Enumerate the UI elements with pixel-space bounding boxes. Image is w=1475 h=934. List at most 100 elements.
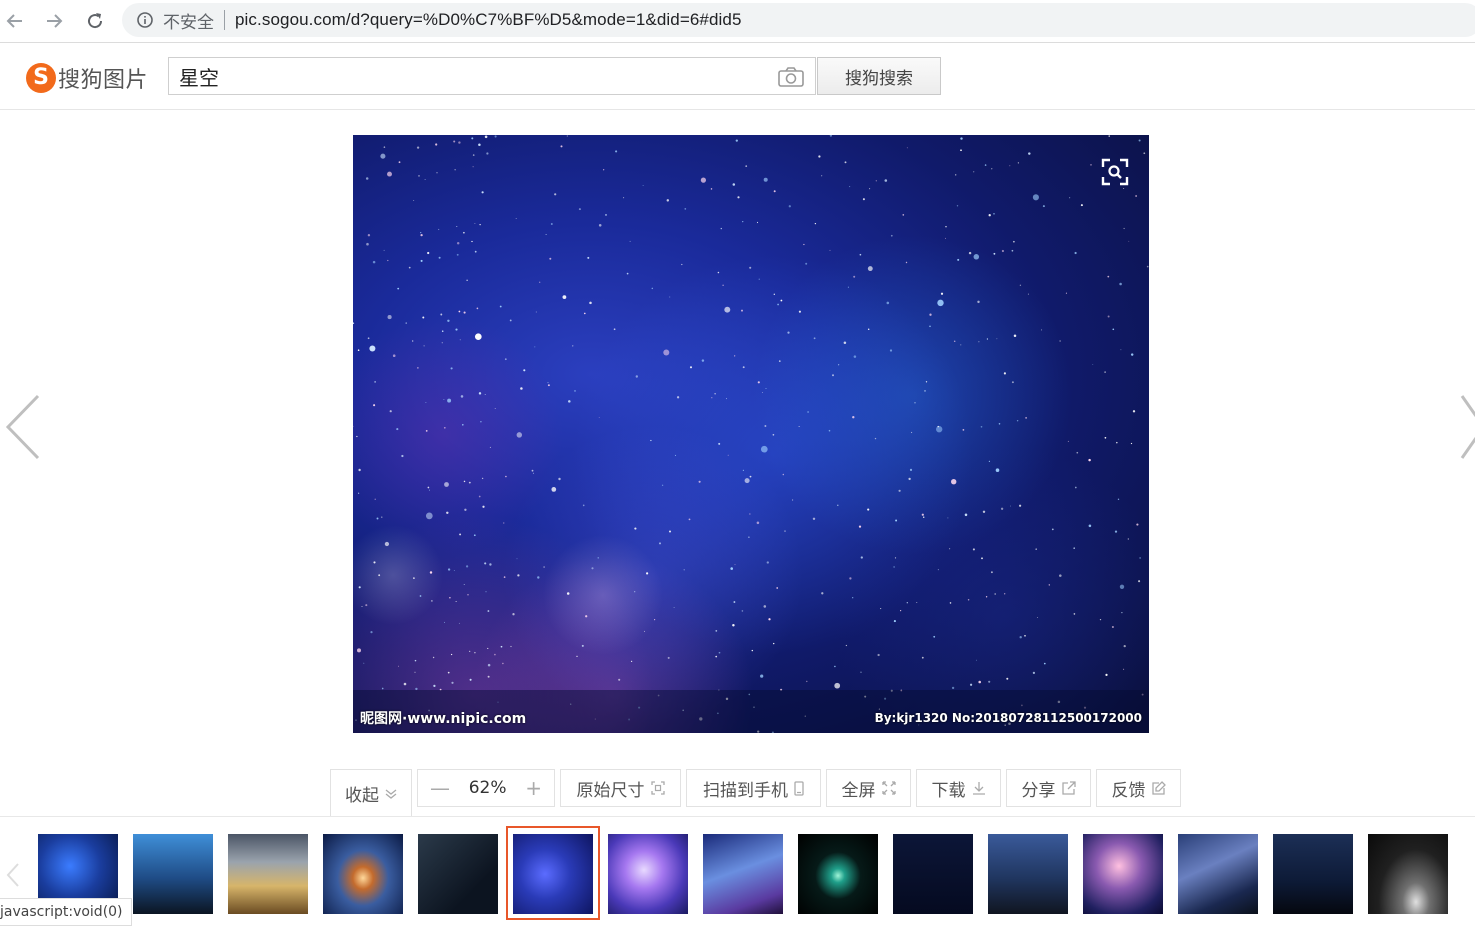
star xyxy=(1074,251,1077,255)
star xyxy=(700,177,706,183)
star xyxy=(597,557,599,559)
star xyxy=(1123,227,1125,230)
star xyxy=(717,271,720,274)
sogou-logo[interactable]: S 搜狗图片 xyxy=(26,61,148,95)
thumbnail[interactable] xyxy=(1178,834,1258,914)
star xyxy=(734,564,736,566)
fullscreen-button[interactable]: 全屏 xyxy=(826,769,911,807)
star xyxy=(1116,441,1118,444)
star xyxy=(1114,530,1118,533)
star xyxy=(462,424,464,426)
star xyxy=(459,339,461,341)
watermark-left: 昵图网·www.nipic.com xyxy=(360,711,527,727)
zoom-out-button[interactable]: — xyxy=(430,776,450,800)
next-image-arrow-icon[interactable] xyxy=(1458,392,1475,462)
star xyxy=(425,402,427,403)
thumbnail[interactable] xyxy=(1368,834,1448,914)
star xyxy=(906,602,908,604)
star xyxy=(1032,671,1036,675)
star xyxy=(505,475,507,478)
star xyxy=(401,454,404,458)
star xyxy=(357,648,361,653)
info-icon[interactable] xyxy=(136,11,154,29)
previous-image-arrow-icon[interactable] xyxy=(2,392,44,462)
star xyxy=(397,287,400,290)
star xyxy=(993,252,996,255)
camera-icon[interactable] xyxy=(777,66,805,88)
star xyxy=(762,392,764,393)
image-search-icon[interactable] xyxy=(1100,157,1130,187)
feedback-button[interactable]: 反馈 xyxy=(1096,769,1181,807)
star xyxy=(568,400,571,403)
thumbnail[interactable] xyxy=(798,834,878,914)
star xyxy=(365,604,368,607)
forward-button[interactable] xyxy=(39,6,69,36)
star xyxy=(547,384,550,387)
original-size-button[interactable]: 原始尺寸 xyxy=(560,769,681,807)
star xyxy=(669,296,671,298)
star xyxy=(798,310,801,313)
star xyxy=(973,171,975,173)
star xyxy=(776,587,779,589)
star xyxy=(1041,329,1043,331)
star xyxy=(494,653,496,656)
star xyxy=(471,137,474,140)
zoom-in-button[interactable]: + xyxy=(525,776,542,800)
star xyxy=(1130,442,1133,445)
original-size-label: 原始尺寸 xyxy=(576,780,645,801)
search-input[interactable] xyxy=(169,58,769,94)
star xyxy=(408,266,411,269)
star xyxy=(849,186,851,188)
star xyxy=(383,249,385,251)
main-image[interactable] xyxy=(353,135,1149,733)
collapse-button[interactable]: 收起 xyxy=(330,769,412,817)
url-text[interactable]: pic.sogou.com/d?query=%D0%C7%BF%D5&mode=… xyxy=(235,10,742,30)
star xyxy=(922,516,925,518)
star xyxy=(572,345,574,347)
star xyxy=(456,225,458,228)
scan-to-phone-button[interactable]: 扫描到手机 xyxy=(686,769,821,807)
search-button[interactable]: 搜狗搜索 xyxy=(817,57,941,95)
star xyxy=(911,431,913,434)
star xyxy=(1013,334,1017,337)
star xyxy=(867,508,870,511)
thumbnail[interactable] xyxy=(228,834,308,914)
reload-button[interactable] xyxy=(80,6,110,36)
star xyxy=(550,223,553,225)
download-button[interactable]: 下载 xyxy=(916,769,1001,807)
thumbnail-prev-arrow-icon[interactable] xyxy=(4,862,22,888)
star xyxy=(447,568,451,571)
star xyxy=(451,681,454,684)
thumbnail[interactable] xyxy=(1273,834,1353,914)
star xyxy=(358,492,360,494)
star xyxy=(860,556,863,559)
thumbnail[interactable] xyxy=(893,834,973,914)
back-button[interactable] xyxy=(0,6,30,36)
star xyxy=(982,510,986,514)
share-button[interactable]: 分享 xyxy=(1006,769,1091,807)
star xyxy=(560,145,563,148)
star xyxy=(646,572,649,575)
thumbnail[interactable] xyxy=(988,834,1068,914)
star xyxy=(849,577,852,580)
star xyxy=(464,508,467,511)
thumbnail[interactable] xyxy=(323,834,403,914)
star xyxy=(623,197,625,199)
thumbnail[interactable] xyxy=(133,834,213,914)
thumbnail[interactable] xyxy=(418,834,498,914)
star xyxy=(547,382,549,384)
star xyxy=(829,135,833,137)
star xyxy=(967,599,970,601)
thumbnail[interactable] xyxy=(1083,834,1163,914)
star xyxy=(894,557,897,559)
star xyxy=(474,222,476,224)
star xyxy=(443,399,445,400)
star xyxy=(768,618,771,621)
star xyxy=(1119,584,1125,589)
thumbnail[interactable] xyxy=(608,834,688,914)
address-bar[interactable]: 不安全 pic.sogou.com/d?query=%D0%C7%BF%D5&m… xyxy=(122,3,1475,37)
star xyxy=(494,408,496,409)
thumbnail[interactable] xyxy=(703,834,783,914)
star xyxy=(1146,265,1149,268)
star xyxy=(727,454,729,456)
